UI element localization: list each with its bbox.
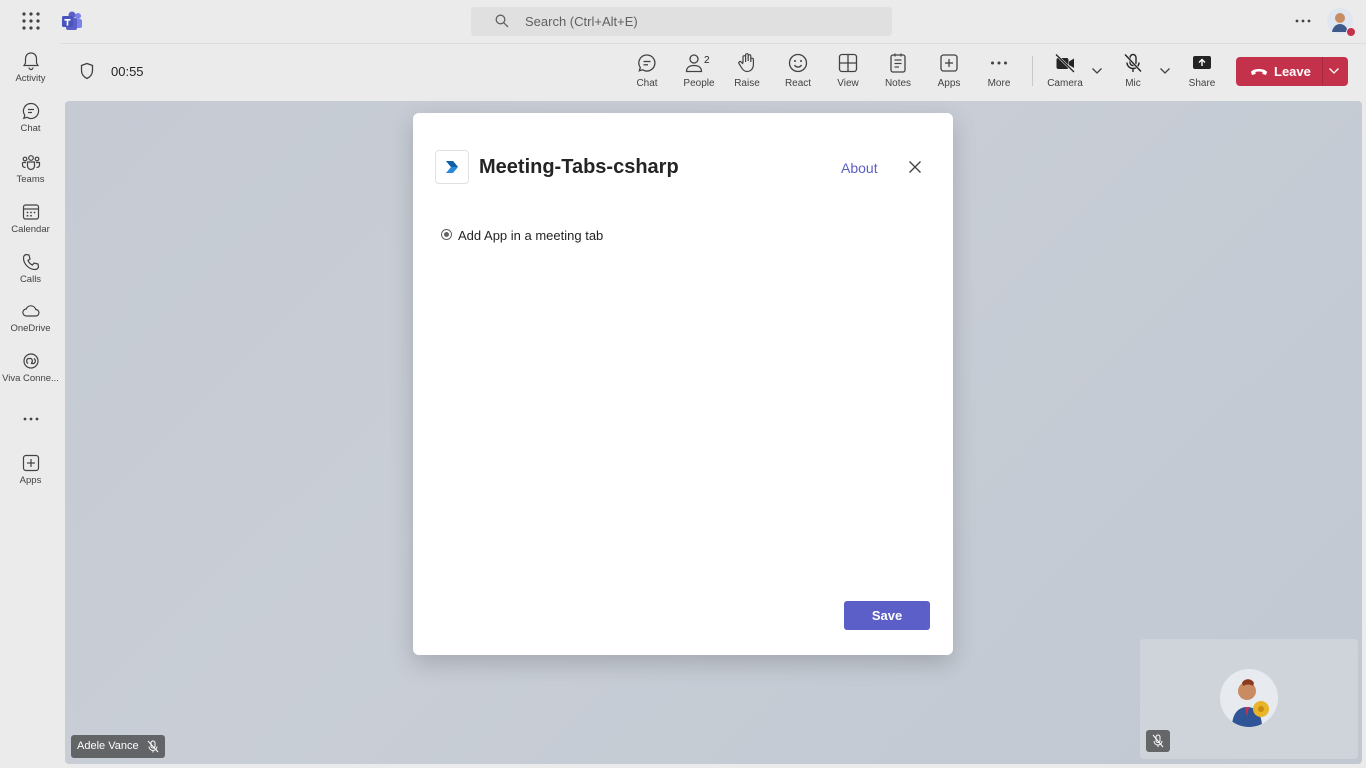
rail-label: Viva Conne... — [2, 373, 59, 384]
profile-avatar[interactable] — [1327, 8, 1356, 37]
hand-icon — [738, 53, 754, 73]
cloud-icon — [21, 305, 39, 317]
leave-divider — [1322, 57, 1323, 86]
tool-label: Raise — [734, 78, 760, 89]
add-app-icon — [940, 54, 958, 72]
rail-label: OneDrive — [10, 323, 51, 334]
bell-icon — [22, 52, 39, 71]
share-button[interactable]: Share — [1179, 52, 1225, 94]
self-avatar — [1220, 669, 1278, 727]
tool-label: People — [683, 78, 715, 89]
more-button[interactable]: More — [976, 52, 1022, 94]
tool-label: View — [837, 78, 859, 89]
tool-label: Apps — [937, 78, 961, 89]
chat-icon — [638, 54, 656, 72]
rail-item-viva-connections[interactable]: Viva Conne... — [0, 345, 61, 391]
raise-hand-button[interactable]: Raise — [724, 52, 770, 94]
rail-label: Activity — [15, 73, 46, 84]
app-logo-icon — [446, 161, 458, 173]
about-link[interactable]: About — [841, 160, 878, 176]
rail-label: Calls — [19, 274, 42, 285]
meeting-toolbar: 00:55 Chat 2 People Raise React View Not… — [61, 43, 1366, 98]
top-bar: Search (Ctrl+Alt+E) — [0, 0, 1366, 43]
app-launcher-icon[interactable] — [22, 12, 40, 30]
tool-label: Share — [1188, 78, 1216, 89]
self-mic-status — [1146, 730, 1170, 752]
rail-more-apps[interactable] — [0, 405, 61, 435]
rail-item-onedrive[interactable]: OneDrive — [0, 295, 61, 341]
app-rail: Activity Chat Teams Calendar Calls OneDr… — [0, 43, 61, 768]
mic-off-icon — [1124, 53, 1142, 73]
camera-options-chevron-down-icon[interactable] — [1091, 67, 1103, 75]
tool-label: Mic — [1125, 78, 1141, 89]
rail-item-activity[interactable]: Activity — [0, 45, 61, 91]
camera-off-icon — [1055, 53, 1075, 73]
presence-busy-icon — [1346, 27, 1356, 37]
rail-item-teams[interactable]: Teams — [0, 146, 61, 192]
teams-icon — [21, 155, 40, 171]
hang-up-icon — [1251, 69, 1267, 75]
tool-label: Notes — [884, 78, 912, 89]
rail-label: Calendar — [11, 224, 50, 235]
people-icon: 2 — [685, 54, 710, 73]
calendar-icon — [22, 204, 39, 220]
chat-icon — [22, 102, 39, 120]
rail-label: Chat — [20, 123, 41, 134]
toolbar-divider — [1032, 56, 1033, 86]
share-screen-icon — [1193, 56, 1211, 69]
dialog-title: Meeting-Tabs-csharp — [479, 156, 679, 178]
add-app-radio-label[interactable]: Add App in a meeting tab — [458, 228, 603, 243]
leave-options-chevron-down-icon[interactable] — [1328, 67, 1340, 75]
user-avatar-icon — [1232, 679, 1269, 727]
people-button[interactable]: 2 People — [674, 52, 724, 94]
mic-off-icon — [1152, 734, 1164, 748]
mic-button[interactable]: Mic — [1110, 52, 1156, 94]
save-button[interactable]: Save — [844, 601, 930, 630]
chat-button[interactable]: Chat — [624, 52, 670, 94]
tool-label: Camera — [1047, 78, 1083, 89]
rail-label: Teams — [16, 174, 45, 185]
leave-label: Leave — [1274, 64, 1311, 79]
tool-label: More — [987, 78, 1011, 89]
more-horizontal-icon — [991, 61, 1007, 65]
camera-button[interactable]: Camera — [1042, 52, 1088, 94]
apps-button[interactable]: Apps — [926, 52, 972, 94]
react-button[interactable]: React — [775, 52, 821, 94]
phone-icon — [22, 253, 39, 271]
rail-item-apps[interactable]: Apps — [0, 447, 61, 493]
meeting-timer: 00:55 — [111, 64, 144, 79]
view-button[interactable]: View — [825, 52, 871, 94]
self-video-tile — [1140, 639, 1358, 759]
search-placeholder: Search (Ctrl+Alt+E) — [525, 14, 638, 29]
more-options-icon[interactable] — [1294, 14, 1312, 28]
participant-name: Adele Vance — [77, 740, 139, 752]
notes-button[interactable]: Notes — [875, 52, 921, 94]
grid-view-icon — [838, 53, 858, 73]
radio-selected-dot — [444, 232, 449, 237]
apps-icon — [22, 454, 39, 472]
participant-name-tag: Adele Vance — [71, 735, 165, 758]
viva-icon — [22, 353, 39, 369]
add-app-radio[interactable] — [441, 229, 452, 240]
search-bar[interactable]: Search (Ctrl+Alt+E) — [471, 7, 892, 36]
more-horizontal-icon — [23, 417, 38, 421]
notes-icon — [890, 53, 906, 73]
mic-off-icon — [147, 740, 158, 753]
smiley-icon — [788, 53, 808, 73]
app-icon — [435, 150, 469, 184]
search-icon — [495, 14, 509, 28]
rail-item-calls[interactable]: Calls — [0, 246, 61, 292]
close-icon[interactable] — [908, 160, 922, 174]
mic-options-chevron-down-icon[interactable] — [1159, 67, 1171, 75]
rail-item-chat[interactable]: Chat — [0, 95, 61, 141]
tool-label: Chat — [636, 78, 658, 89]
teams-logo-icon — [62, 11, 82, 30]
people-count: 2 — [704, 55, 710, 66]
rail-label: Apps — [19, 475, 42, 486]
app-config-dialog: Meeting-Tabs-csharp About Add App in a m… — [413, 113, 953, 655]
tool-label: React — [784, 78, 812, 89]
shield-icon[interactable] — [79, 62, 95, 80]
leave-button[interactable]: Leave — [1236, 57, 1348, 86]
rail-item-calendar[interactable]: Calendar — [0, 196, 61, 242]
